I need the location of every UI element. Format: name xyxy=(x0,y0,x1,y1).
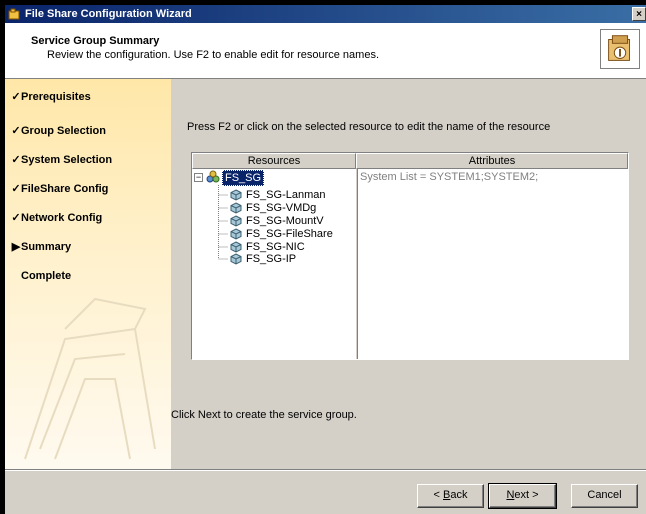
step-label: Group Selection xyxy=(21,125,106,137)
resource-icon xyxy=(230,253,242,265)
column-header-attributes[interactable]: Attributes xyxy=(356,153,628,169)
step-network-config: ✓ Network Config xyxy=(5,204,171,232)
resource-icon xyxy=(230,189,242,201)
step-prerequisites: ✓ Prerequisites xyxy=(5,83,171,111)
page-subtitle: Review the configuration. Use F2 to enab… xyxy=(47,49,380,61)
check-icon: ✓ xyxy=(11,212,21,224)
service-group-icon xyxy=(206,170,220,183)
cancel-button[interactable]: Cancel xyxy=(571,484,638,508)
collapse-icon[interactable]: − xyxy=(194,173,203,182)
next-suffix: > xyxy=(529,489,539,501)
back-label: ack xyxy=(450,489,468,501)
step-summary: ▶ Summary xyxy=(5,233,171,261)
close-button[interactable]: × xyxy=(632,7,646,21)
step-fileshare-config: ✓ FileShare Config xyxy=(5,175,171,203)
step-label: System Selection xyxy=(21,154,113,166)
back-prefix: < xyxy=(433,489,443,501)
column-divider[interactable] xyxy=(355,169,358,359)
step-label: FileShare Config xyxy=(21,183,109,195)
step-label: Network Config xyxy=(21,212,103,224)
step-label: Prerequisites xyxy=(21,91,91,103)
back-button[interactable]: < Back xyxy=(417,484,484,508)
title-bar: File Share Configuration Wizard × xyxy=(5,5,646,23)
resource-icon xyxy=(230,215,242,227)
tree-root-label[interactable]: FS_SG xyxy=(222,170,265,186)
check-icon: ✓ xyxy=(11,125,21,137)
resource-icon xyxy=(230,241,242,253)
resource-icon xyxy=(230,202,242,214)
resource-icon xyxy=(230,228,242,240)
step-system-selection: ✓ System Selection xyxy=(5,146,171,174)
check-icon: ✓ xyxy=(11,91,21,103)
main-content: Press F2 or click on the selected resour… xyxy=(171,79,646,469)
app-icon xyxy=(8,8,20,20)
tree-item-label[interactable]: FS_SG-IP xyxy=(246,251,296,267)
button-separator xyxy=(5,469,646,471)
check-icon: ✓ xyxy=(11,154,21,166)
close-icon: × xyxy=(636,9,642,20)
step-label: Complete xyxy=(21,270,72,282)
check-icon: ✓ xyxy=(11,183,21,195)
arrow-right-icon: ▶ xyxy=(11,241,21,253)
attributes-value: System List = SYSTEM1;SYSTEM2; xyxy=(360,171,539,183)
wizard-steps-sidebar: ✓ Prerequisites ✓ Group Selection ✓ System … xyxy=(5,79,171,469)
next-button[interactable]: Next > xyxy=(488,483,557,509)
resource-grid[interactable]: Resources Attributes − FS_SG FS_SG-Lanma… xyxy=(191,152,629,360)
wizard-header: Service Group Summary Review the configu… xyxy=(5,23,646,79)
next-label: ext xyxy=(514,489,530,501)
window-title: File Share Configuration Wizard xyxy=(25,8,192,20)
wizard-icon xyxy=(600,29,640,69)
step-label: Summary xyxy=(21,241,72,253)
instruction-text: Press F2 or click on the selected resour… xyxy=(187,121,551,133)
step-complete: Complete xyxy=(5,262,171,290)
step-group-selection: ✓ Group Selection xyxy=(5,117,171,145)
footer-note: Click Next to create the service group. xyxy=(171,409,357,421)
page-title: Service Group Summary xyxy=(31,35,160,47)
wizard-window: File Share Configuration Wizard × Servic… xyxy=(5,5,646,514)
